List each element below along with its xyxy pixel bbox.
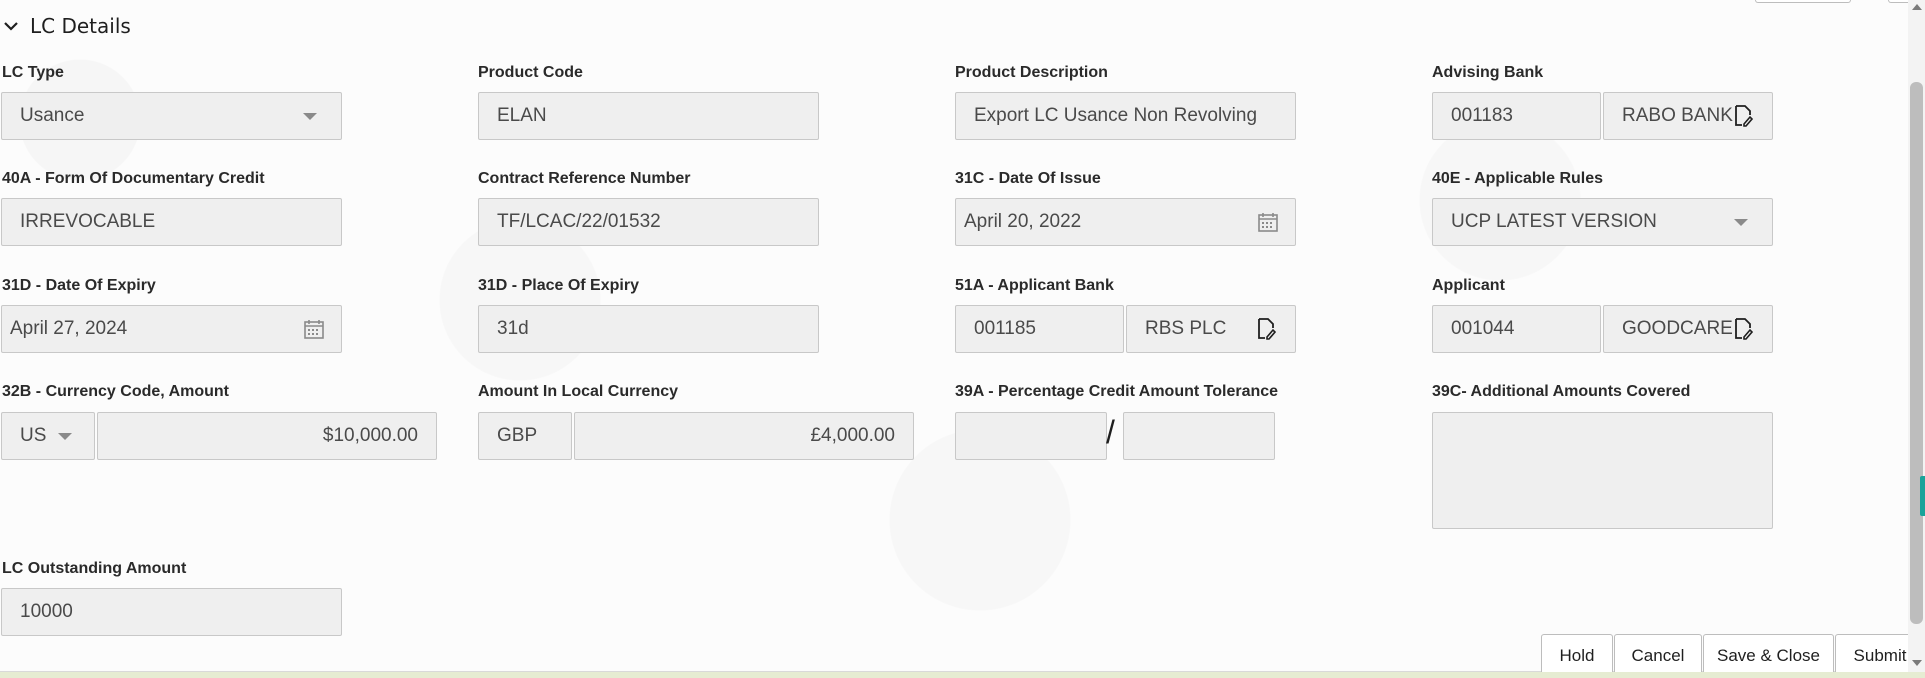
currency-amount-value: $10,000.00 xyxy=(322,425,418,446)
contract-ref-field[interactable]: TF/LCAC/22/01532 xyxy=(478,198,819,246)
currency-amount-field[interactable]: $10,000.00 xyxy=(97,412,437,460)
scrollbar-thumb[interactable] xyxy=(1910,82,1923,624)
date-of-issue-label: 31C - Date Of Issue xyxy=(955,170,1101,187)
applicant-code-field[interactable]: 001044 xyxy=(1432,305,1601,353)
date-of-issue-value: April 20, 2022 xyxy=(964,211,1082,232)
advising-bank-code-field[interactable]: 001183 xyxy=(1432,92,1601,140)
applicant-bank-code-field[interactable]: 001185 xyxy=(955,305,1124,353)
side-panel-tab[interactable] xyxy=(1920,476,1925,516)
advising-bank-name: RABO BANK xyxy=(1622,105,1733,126)
local-amount-field[interactable]: £4,000.00 xyxy=(574,412,914,460)
applicant-name: GOODCARE xyxy=(1622,318,1733,339)
outstanding-value: 10000 xyxy=(20,601,73,622)
place-of-expiry-field[interactable]: 31d xyxy=(478,305,819,353)
applicant-name-field[interactable]: GOODCARE xyxy=(1603,305,1773,353)
currency-code-select[interactable]: US xyxy=(1,412,95,460)
applicable-rules-select[interactable]: UCP LATEST VERSION xyxy=(1432,198,1773,246)
calendar-icon[interactable] xyxy=(1257,211,1279,233)
lookup-document-icon[interactable] xyxy=(1732,105,1754,127)
date-of-issue-field[interactable]: April 20, 2022 xyxy=(955,198,1296,246)
contract-ref-label: Contract Reference Number xyxy=(478,170,691,187)
lookup-document-icon[interactable] xyxy=(1255,318,1277,340)
advising-bank-code: 001183 xyxy=(1451,105,1513,126)
product-description-label: Product Description xyxy=(955,64,1108,81)
additional-amounts-label: 39C- Additional Amounts Covered xyxy=(1432,383,1691,400)
local-currency-field[interactable]: GBP xyxy=(478,412,572,460)
form-of-credit-label: 40A - Form Of Documentary Credit xyxy=(2,170,265,187)
section-title: LC Details xyxy=(30,14,131,38)
contract-ref-value: TF/LCAC/22/01532 xyxy=(497,211,661,232)
product-code-label: Product Code xyxy=(478,64,583,81)
date-of-expiry-field[interactable]: April 27, 2024 xyxy=(1,305,342,353)
applicable-rules-value: UCP LATEST VERSION xyxy=(1451,211,1657,232)
additional-amounts-textarea[interactable] xyxy=(1432,412,1773,529)
scroll-down-icon[interactable] xyxy=(1912,660,1922,666)
applicant-code: 001044 xyxy=(1451,318,1515,339)
product-code-value: ELAN xyxy=(497,105,547,126)
place-of-expiry-label: 31D - Place Of Expiry xyxy=(478,277,639,294)
tolerance-separator: / xyxy=(1106,414,1115,450)
calendar-icon[interactable] xyxy=(303,318,325,340)
applicant-bank-name-field[interactable]: RBS PLC xyxy=(1126,305,1296,353)
applicable-rules-label: 40E - Applicable Rules xyxy=(1432,170,1604,187)
chevron-down-icon xyxy=(4,22,18,31)
section-header-lc-details[interactable]: LC Details xyxy=(2,14,131,38)
applicant-label: Applicant xyxy=(1432,277,1505,294)
lc-type-value: Usance xyxy=(20,105,85,126)
dropdown-caret-icon xyxy=(1734,219,1748,226)
scroll-up-icon[interactable] xyxy=(1912,4,1922,10)
advising-bank-label: Advising Bank xyxy=(1432,64,1544,81)
lc-type-select[interactable]: Usance xyxy=(1,92,342,140)
tolerance-minus-field[interactable] xyxy=(1123,412,1275,460)
top-button-stub-2[interactable] xyxy=(1755,0,1851,3)
date-of-expiry-value: April 27, 2024 xyxy=(10,318,128,339)
bottom-strip xyxy=(0,672,1925,678)
applicant-bank-label: 51A - Applicant Bank xyxy=(955,277,1114,294)
outstanding-label: LC Outstanding Amount xyxy=(2,560,187,577)
form-of-credit-value: IRREVOCABLE xyxy=(20,211,156,232)
dropdown-caret-icon xyxy=(303,113,317,120)
local-currency-value: GBP xyxy=(497,425,538,446)
product-description-field[interactable]: Export LC Usance Non Revolving xyxy=(955,92,1296,140)
lookup-document-icon[interactable] xyxy=(1732,318,1754,340)
place-of-expiry-value: 31d xyxy=(497,318,529,339)
tolerance-label: 39A - Percentage Credit Amount Tolerance xyxy=(955,383,1279,400)
product-code-field[interactable]: ELAN xyxy=(478,92,819,140)
lc-details-page: LC Details LC Type Usance Product Code E… xyxy=(0,0,1925,678)
lc-type-label: LC Type xyxy=(2,64,64,81)
outstanding-field[interactable]: 10000 xyxy=(1,588,342,636)
advising-bank-name-field[interactable]: RABO BANK xyxy=(1603,92,1773,140)
applicant-bank-code: 001185 xyxy=(974,318,1036,339)
local-amount-value: £4,000.00 xyxy=(810,425,895,446)
dropdown-caret-icon xyxy=(58,433,72,440)
form-of-credit-field[interactable]: IRREVOCABLE xyxy=(1,198,342,246)
date-of-expiry-label: 31D - Date Of Expiry xyxy=(2,277,156,294)
currency-code-value: US xyxy=(20,425,47,446)
currency-amount-label: 32B - Currency Code, Amount xyxy=(2,383,229,400)
applicant-bank-name: RBS PLC xyxy=(1145,318,1227,339)
local-amount-label: Amount In Local Currency xyxy=(478,383,679,400)
product-description-value: Export LC Usance Non Revolving xyxy=(974,105,1258,126)
tolerance-plus-field[interactable] xyxy=(955,412,1107,460)
